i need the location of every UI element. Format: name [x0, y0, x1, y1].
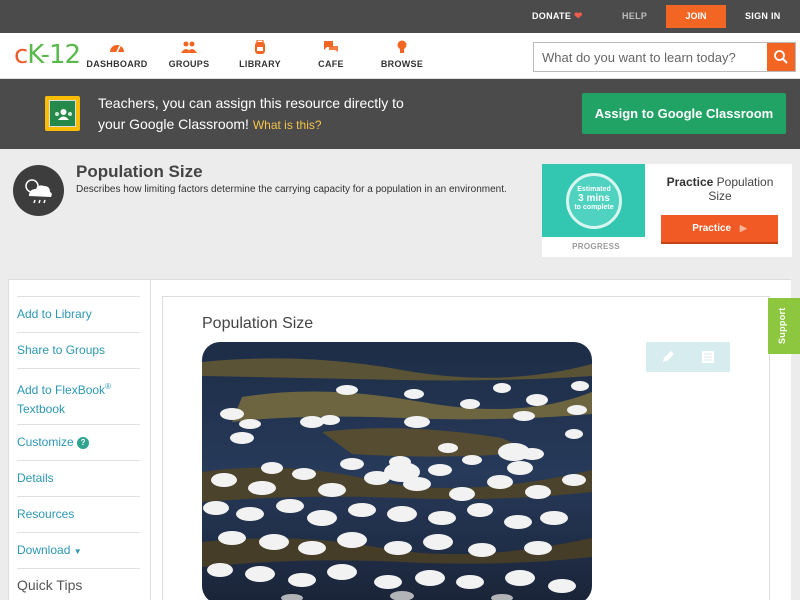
practice-title-bold: Practice [666, 175, 714, 189]
nav-browse[interactable]: BROWSE [370, 40, 434, 69]
support-tab[interactable]: Support [768, 298, 800, 354]
add-to-flexbook-link[interactable]: Add to FlexBook® Textbook [17, 368, 140, 424]
sidebar-divider [17, 568, 140, 569]
resources-link[interactable]: Resources [17, 496, 140, 532]
nav-dashboard[interactable]: DASHBOARD [85, 40, 149, 69]
practice-title-rest: Population Size [708, 175, 774, 203]
practice-button-label: Practice [692, 223, 732, 234]
nav-browse-label: BROWSE [380, 59, 424, 69]
cafe-chat-icon [324, 41, 338, 52]
flexbook-registered: ® [105, 382, 111, 391]
classroom-line2: your Google Classroom! [98, 116, 249, 132]
progress-panel: Estimated 3 mins to complete PROGRESS Pr… [542, 164, 792, 257]
nav-cafe-label: CAFE [318, 59, 344, 69]
logo-12: -12 [40, 40, 81, 70]
google-classroom-icon [45, 96, 80, 131]
quick-tips-heading[interactable]: Quick Tips [17, 577, 82, 593]
main-nav-bar: cK-12 DASHBOARD GROUPS LIBRARY CAFE BROW… [0, 33, 800, 79]
content-title: Population Size [202, 315, 314, 332]
classroom-message: Teachers, you can assign this resource d… [98, 93, 518, 136]
notes-icon[interactable] [700, 349, 716, 365]
add-to-library-link[interactable]: Add to Library [17, 296, 140, 332]
practice-button[interactable]: Practice ▶ [661, 215, 778, 244]
logo-k: K [27, 40, 41, 70]
to-complete-label: to complete [574, 204, 614, 211]
details-link[interactable]: Details [17, 460, 140, 496]
search-box [533, 42, 796, 72]
estimated-time-badge: Estimated 3 mins to complete [566, 173, 622, 229]
progress-image: Estimated 3 mins to complete [542, 164, 645, 237]
progress-label: PROGRESS [572, 242, 620, 251]
snow-geese-photo [202, 342, 592, 600]
page-description: Describes how limiting factors determine… [76, 184, 507, 195]
estimated-label: Estimated [577, 186, 611, 193]
estimated-mins: 3 mins [578, 193, 610, 204]
what-is-this-link[interactable]: What is this? [253, 118, 322, 132]
download-label: Download [17, 543, 71, 557]
assign-google-classroom-button[interactable]: Assign to Google Classroom [582, 93, 786, 134]
customize-link[interactable]: Customize ? [17, 424, 140, 460]
search-input[interactable] [534, 43, 768, 71]
ck12-logo[interactable]: cK-12 [14, 40, 81, 70]
sign-in-link[interactable]: SIGN IN [745, 0, 781, 33]
groups-people-icon [181, 41, 197, 53]
nav-cafe[interactable]: CAFE [299, 40, 363, 69]
search-icon [774, 50, 788, 64]
nav-dashboard-label: DASHBOARD [86, 59, 148, 69]
caret-down-icon: ▼ [73, 547, 82, 556]
heart-icon: ❤ [573, 11, 583, 22]
donate-label: DONATE [532, 11, 572, 21]
support-label: Support [777, 307, 787, 344]
donate-link[interactable]: DONATE ❤ [532, 0, 583, 33]
browse-lightbulb-icon [397, 40, 407, 53]
help-link[interactable]: HELP [622, 0, 647, 33]
content-tools [646, 342, 730, 372]
chevron-right-icon: ▶ [739, 223, 747, 233]
left-sidebar: Add to Library Share to Groups Add to Fl… [8, 279, 151, 600]
flexbook-line2: Textbook [17, 402, 66, 416]
nav-groups[interactable]: GROUPS [157, 40, 221, 69]
nav-library-label: LIBRARY [239, 59, 281, 69]
google-classroom-banner: Teachers, you can assign this resource d… [0, 79, 800, 149]
nav-library[interactable]: LIBRARY [228, 40, 292, 69]
search-button[interactable] [767, 43, 795, 71]
weather-cloud-icon [13, 165, 64, 216]
join-button[interactable]: JOIN [666, 5, 726, 28]
nav-groups-label: GROUPS [168, 59, 210, 69]
customize-label: Customize [17, 435, 74, 449]
dashboard-gauge-icon [110, 45, 124, 53]
logo-c: c [14, 40, 28, 70]
pencil-icon[interactable] [660, 349, 676, 365]
download-link[interactable]: Download ▼ [17, 532, 140, 568]
library-backpack-icon [255, 40, 265, 54]
share-to-groups-link[interactable]: Share to Groups [17, 332, 140, 368]
help-question-icon[interactable]: ? [77, 437, 90, 449]
flexbook-line1: Add to FlexBook [17, 383, 106, 397]
practice-title: Practice Population Size [660, 175, 780, 203]
top-utility-bar: DONATE ❤ HELP JOIN SIGN IN [0, 0, 800, 33]
page-title: Population Size [76, 162, 203, 181]
classroom-line1: Teachers, you can assign this resource d… [98, 95, 404, 111]
